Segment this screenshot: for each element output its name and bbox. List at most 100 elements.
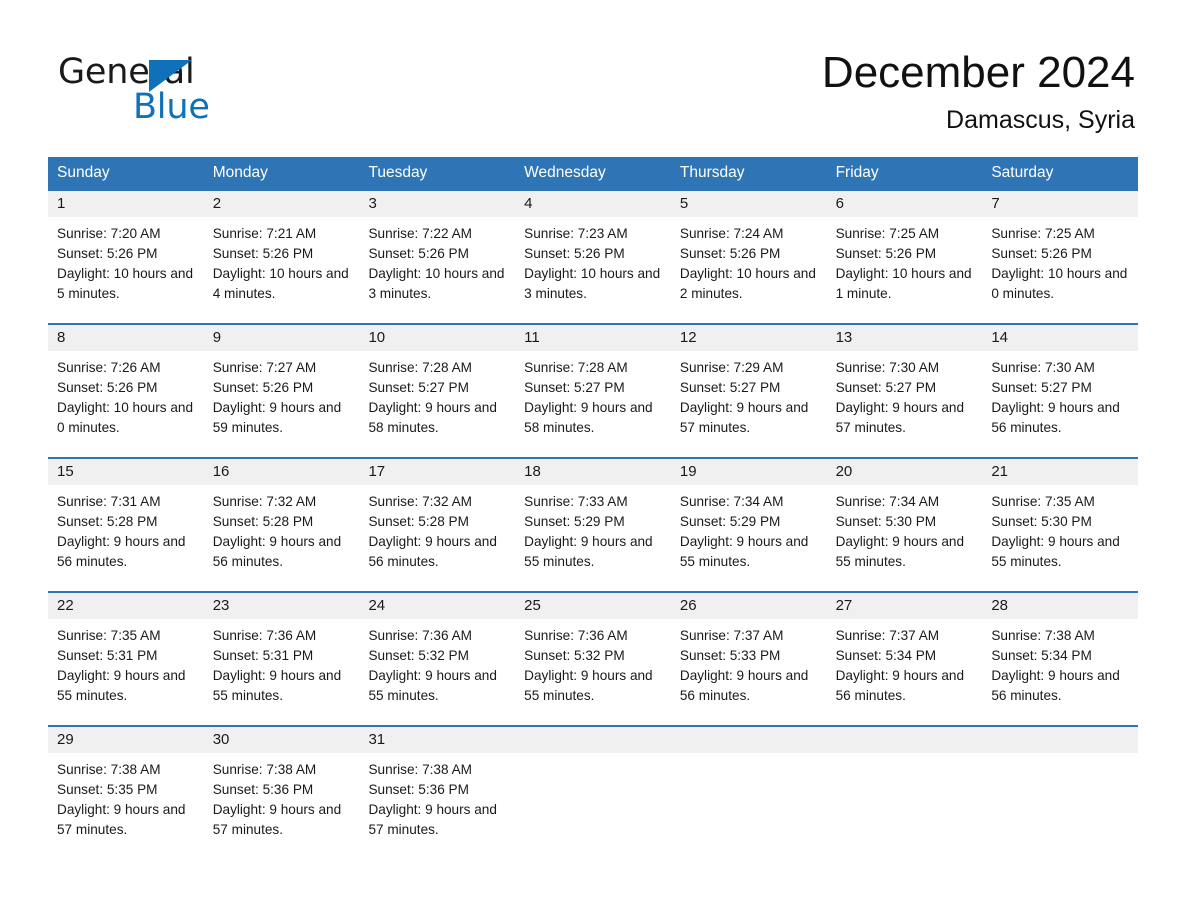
daylight-text: Daylight: 10 hours and 2 minutes.: [679, 265, 816, 301]
day-cell[interactable]: 7 Sunrise: 7:25 AM Sunset: 5:26 PM Dayli…: [982, 191, 1139, 323]
day-cell[interactable]: 4 Sunrise: 7:23 AM Sunset: 5:26 PM Dayli…: [515, 191, 671, 323]
sunrise-text: Sunrise: 7:36 AM: [524, 628, 628, 643]
sunrise-text: Sunrise: 7:26 AM: [57, 360, 161, 375]
day-cell[interactable]: 26 Sunrise: 7:37 AM Sunset: 5:33 PM Dayl…: [670, 593, 827, 725]
weekday-header-friday: Friday: [835, 164, 879, 181]
day-cell[interactable]: 12 Sunrise: 7:29 AM Sunset: 5:27 PM Dayl…: [670, 325, 827, 457]
sunset-text: Sunset: 5:31 PM: [212, 647, 314, 663]
day-cell[interactable]: 23 Sunrise: 7:36 AM Sunset: 5:31 PM Dayl…: [203, 593, 360, 725]
sunset-text: Sunset: 5:30 PM: [835, 513, 937, 529]
day-number: 21: [982, 459, 1139, 485]
sunset-text: Sunset: 5:28 PM: [212, 513, 314, 529]
daylight-text: Daylight: 9 hours and 57 minutes.: [835, 399, 965, 435]
day-number: 18: [515, 459, 671, 485]
day-info: [827, 753, 983, 760]
day-number: 28: [982, 593, 1139, 619]
day-info: Sunrise: 7:26 AM Sunset: 5:26 PM Dayligh…: [48, 351, 204, 438]
day-cell[interactable]: 31 Sunrise: 7:38 AM Sunset: 5:36 PM Dayl…: [359, 727, 516, 859]
day-info: Sunrise: 7:38 AM Sunset: 5:36 PM Dayligh…: [204, 753, 360, 840]
day-number: 7: [982, 191, 1139, 217]
daylight-text: Daylight: 10 hours and 0 minutes.: [991, 265, 1128, 301]
sunset-text: Sunset: 5:29 PM: [524, 513, 625, 529]
daylight-text: Daylight: 9 hours and 56 minutes.: [835, 667, 965, 703]
day-cell[interactable]: 5 Sunrise: 7:24 AM Sunset: 5:26 PM Dayli…: [670, 191, 827, 323]
day-cell[interactable]: 24 Sunrise: 7:36 AM Sunset: 5:32 PM Dayl…: [359, 593, 516, 725]
day-info: Sunrise: 7:28 AM Sunset: 5:27 PM Dayligh…: [359, 351, 515, 438]
daylight-text: Daylight: 9 hours and 59 minutes.: [212, 399, 342, 435]
day-cell[interactable]: 2 Sunrise: 7:21 AM Sunset: 5:26 PM Dayli…: [203, 191, 360, 323]
day-cell[interactable]: 15 Sunrise: 7:31 AM Sunset: 5:28 PM Dayl…: [48, 459, 204, 591]
sunset-text: Sunset: 5:26 PM: [212, 245, 314, 261]
day-cell[interactable]: 20 Sunrise: 7:34 AM Sunset: 5:30 PM Dayl…: [826, 459, 983, 591]
sunset-text: Sunset: 5:28 PM: [57, 513, 158, 529]
day-info: Sunrise: 7:21 AM Sunset: 5:26 PM Dayligh…: [204, 217, 360, 304]
day-cell[interactable]: 10 Sunrise: 7:28 AM Sunset: 5:27 PM Dayl…: [359, 325, 516, 457]
day-info: Sunrise: 7:22 AM Sunset: 5:26 PM Dayligh…: [359, 217, 515, 304]
day-number: 6: [826, 191, 983, 217]
general-blue-logo[interactable]: General Blue: [58, 52, 318, 132]
sunrise-text: Sunrise: 7:33 AM: [524, 494, 628, 509]
day-cell[interactable]: 28 Sunrise: 7:38 AM Sunset: 5:34 PM Dayl…: [982, 593, 1139, 725]
day-number: 27: [826, 593, 983, 619]
daylight-text: Daylight: 9 hours and 55 minutes.: [835, 533, 965, 569]
daylight-text: Daylight: 9 hours and 58 minutes.: [368, 399, 497, 435]
day-cell[interactable]: 29 Sunrise: 7:38 AM Sunset: 5:35 PM Dayl…: [48, 727, 204, 859]
day-cell[interactable]: 16 Sunrise: 7:32 AM Sunset: 5:28 PM Dayl…: [203, 459, 360, 591]
sunset-text: Sunset: 5:26 PM: [57, 379, 158, 395]
day-number: [826, 727, 983, 753]
sunrise-text: Sunrise: 7:38 AM: [991, 628, 1095, 643]
day-cell-empty: [982, 727, 1139, 859]
day-cell[interactable]: 27 Sunrise: 7:37 AM Sunset: 5:34 PM Dayl…: [826, 593, 983, 725]
daylight-text: Daylight: 10 hours and 5 minutes.: [57, 265, 194, 301]
day-cell[interactable]: 13 Sunrise: 7:30 AM Sunset: 5:27 PM Dayl…: [826, 325, 983, 457]
day-cell[interactable]: 25 Sunrise: 7:36 AM Sunset: 5:32 PM Dayl…: [515, 593, 671, 725]
sunset-text: Sunset: 5:26 PM: [991, 245, 1092, 261]
day-cell[interactable]: 8 Sunrise: 7:26 AM Sunset: 5:26 PM Dayli…: [48, 325, 204, 457]
week-row: 8 Sunrise: 7:26 AM Sunset: 5:26 PM Dayli…: [48, 323, 1139, 457]
day-cell[interactable]: 9 Sunrise: 7:27 AM Sunset: 5:26 PM Dayli…: [203, 325, 360, 457]
day-info: [671, 753, 827, 760]
day-cell[interactable]: 18 Sunrise: 7:33 AM Sunset: 5:29 PM Dayl…: [515, 459, 671, 591]
sunrise-text: Sunrise: 7:34 AM: [679, 494, 784, 509]
day-cell[interactable]: 21 Sunrise: 7:35 AM Sunset: 5:30 PM Dayl…: [982, 459, 1139, 591]
day-info: Sunrise: 7:32 AM Sunset: 5:28 PM Dayligh…: [359, 485, 515, 572]
day-info: Sunrise: 7:30 AM Sunset: 5:27 PM Dayligh…: [827, 351, 983, 438]
sunset-text: Sunset: 5:26 PM: [212, 379, 314, 395]
day-cell[interactable]: 17 Sunrise: 7:32 AM Sunset: 5:28 PM Dayl…: [359, 459, 516, 591]
day-number: 8: [48, 325, 204, 351]
sunset-text: Sunset: 5:26 PM: [524, 245, 625, 261]
week-row: 1 Sunrise: 7:20 AM Sunset: 5:26 PM Dayli…: [48, 189, 1139, 323]
day-number: 19: [670, 459, 827, 485]
day-number: 22: [48, 593, 204, 619]
sunrise-text: Sunrise: 7:25 AM: [835, 226, 940, 241]
day-number: 4: [515, 191, 671, 217]
sunset-text: Sunset: 5:26 PM: [835, 245, 937, 261]
day-cell[interactable]: 14 Sunrise: 7:30 AM Sunset: 5:27 PM Dayl…: [982, 325, 1139, 457]
daylight-text: Daylight: 10 hours and 0 minutes.: [57, 399, 194, 435]
sunset-text: Sunset: 5:31 PM: [57, 647, 158, 663]
sunset-text: Sunset: 5:34 PM: [991, 647, 1092, 663]
day-number: 2: [203, 191, 360, 217]
day-cell[interactable]: 6 Sunrise: 7:25 AM Sunset: 5:26 PM Dayli…: [826, 191, 983, 323]
sunrise-text: Sunrise: 7:30 AM: [835, 360, 940, 375]
sunset-text: Sunset: 5:27 PM: [368, 379, 469, 395]
day-number: 13: [826, 325, 983, 351]
sunset-text: Sunset: 5:32 PM: [368, 647, 469, 663]
day-cell[interactable]: 3 Sunrise: 7:22 AM Sunset: 5:26 PM Dayli…: [359, 191, 516, 323]
day-number: [670, 727, 827, 753]
day-cell[interactable]: 22 Sunrise: 7:35 AM Sunset: 5:31 PM Dayl…: [48, 593, 204, 725]
day-info: Sunrise: 7:25 AM Sunset: 5:26 PM Dayligh…: [827, 217, 983, 304]
daylight-text: Daylight: 9 hours and 55 minutes.: [991, 533, 1120, 569]
day-cell[interactable]: 11 Sunrise: 7:28 AM Sunset: 5:27 PM Dayl…: [515, 325, 671, 457]
day-number: 31: [359, 727, 516, 753]
day-number: 20: [826, 459, 983, 485]
day-cell[interactable]: 19 Sunrise: 7:34 AM Sunset: 5:29 PM Dayl…: [670, 459, 827, 591]
sunrise-text: Sunrise: 7:20 AM: [57, 226, 161, 241]
daylight-text: Daylight: 9 hours and 56 minutes.: [212, 533, 342, 569]
daylight-text: Daylight: 9 hours and 55 minutes.: [212, 667, 342, 703]
weekday-header-tuesday: Tuesday: [368, 164, 428, 181]
day-cell[interactable]: 30 Sunrise: 7:38 AM Sunset: 5:36 PM Dayl…: [203, 727, 360, 859]
sunset-text: Sunset: 5:29 PM: [679, 513, 781, 529]
daylight-text: Daylight: 9 hours and 56 minutes.: [991, 667, 1120, 703]
day-cell[interactable]: 1 Sunrise: 7:20 AM Sunset: 5:26 PM Dayli…: [48, 191, 204, 323]
